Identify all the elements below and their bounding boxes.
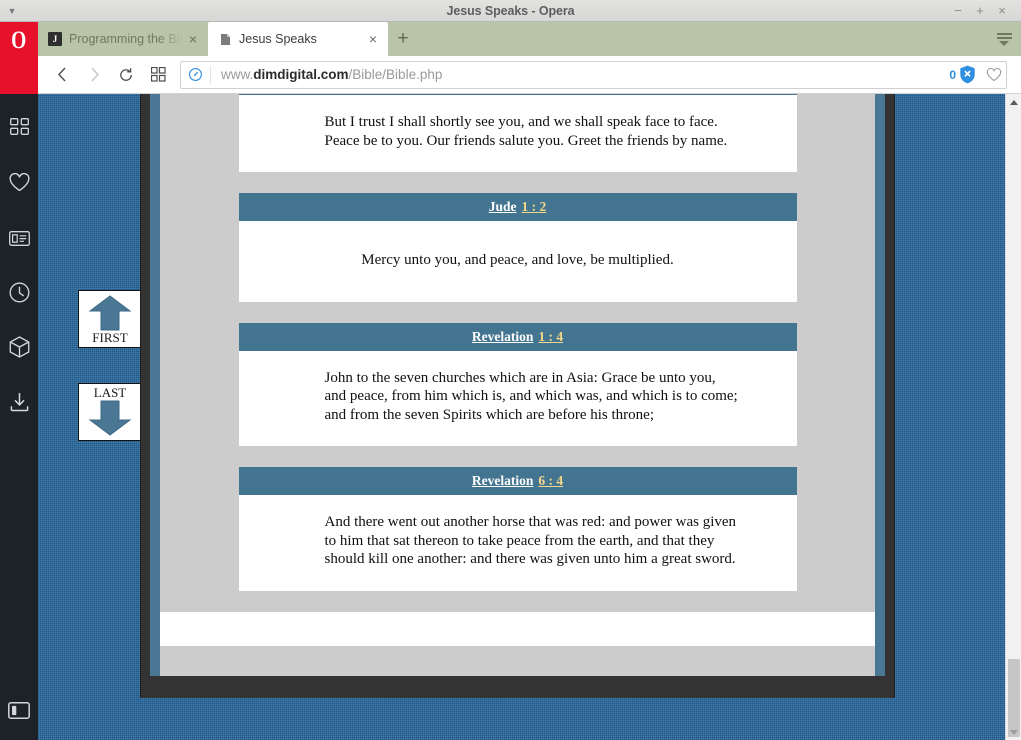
browser-body: FIRST LAST 3 John — [0, 94, 1021, 740]
verse-text: But I trust I shall shortly see you, and… — [238, 95, 797, 172]
opera-sidebar — [0, 94, 38, 740]
verse-reference-link[interactable]: 1 : 2 — [522, 199, 547, 215]
verse-text: John to the seven churches which are in … — [238, 350, 797, 446]
tab-page-icon — [218, 32, 232, 46]
cube-icon — [9, 336, 30, 363]
window-title: Jesus Speaks - Opera — [446, 3, 575, 18]
download-icon — [9, 392, 30, 417]
tab-title: Programming the Bible (P — [69, 32, 184, 46]
last-button[interactable]: LAST — [78, 383, 142, 441]
tab-close-icon[interactable]: × — [184, 31, 202, 47]
verse-header[interactable]: Revelation 6 : 4 — [238, 467, 797, 495]
sidebar-item-news[interactable] — [0, 212, 38, 267]
page-viewport: FIRST LAST 3 John — [38, 94, 1021, 740]
bookmark-heart-icon[interactable] — [984, 67, 1004, 82]
minimize-button[interactable]: − — [947, 0, 969, 22]
scroll-down-icon[interactable] — [1006, 724, 1021, 740]
tab-strip: J Programming the Bible (P × Jesus Speak… — [38, 22, 1021, 56]
verse-reference-link[interactable]: 6 : 4 — [538, 473, 563, 489]
address-toolbar: www.dimdigital.com/Bible/Bible.php 0 — [38, 56, 1021, 94]
window-controls: − + × — [947, 0, 1021, 22]
verse-text: Mercy unto you, and peace, and love, be … — [238, 221, 797, 302]
back-button[interactable] — [46, 60, 78, 90]
opera-logo-icon: O — [11, 27, 27, 54]
verse-header[interactable]: Jude 1 : 2 — [238, 193, 797, 221]
new-tab-button[interactable]: + — [388, 22, 418, 56]
speed-dial-button[interactable] — [142, 60, 174, 90]
tab-jesus-speaks[interactable]: Jesus Speaks × — [208, 22, 388, 56]
verse-card: Jude 1 : 2 Mercy unto you, and peace, an… — [238, 193, 797, 302]
sidebar-item-extensions[interactable] — [0, 322, 38, 377]
opera-logo: O — [0, 22, 38, 94]
forward-button[interactable] — [78, 60, 110, 90]
url-prefix: www. — [221, 67, 254, 82]
sidebar-item-speed-dial[interactable] — [0, 102, 38, 157]
tab-title: Jesus Speaks — [239, 32, 317, 46]
verse-book-link[interactable]: Revelation — [472, 329, 534, 345]
verse-text: And there went out another horse that wa… — [238, 495, 797, 591]
sidebar-item-history[interactable] — [0, 267, 38, 322]
browser-chrome: O J Programming the Bible (P × — [0, 22, 1021, 94]
sidebar-toggle-button[interactable] — [0, 702, 38, 724]
maximize-button[interactable]: + — [969, 0, 991, 22]
verse-header[interactable]: Revelation 1 : 4 — [238, 322, 797, 351]
page-scrollbar[interactable] — [1005, 94, 1021, 740]
window-titlebar: ▼ Jesus Speaks - Opera − + × — [0, 0, 1021, 22]
address-bar[interactable]: www.dimdigital.com/Bible/Bible.php 0 — [180, 60, 1007, 89]
tab-menu-icon[interactable] — [987, 22, 1021, 56]
verse-book-link[interactable]: Revelation — [472, 473, 534, 489]
scroll-up-icon[interactable] — [1006, 94, 1021, 110]
close-button[interactable]: × — [991, 0, 1013, 22]
news-icon — [8, 229, 30, 251]
ad-blocker-icon[interactable] — [959, 65, 976, 84]
sidebar-item-bookmarks[interactable] — [0, 157, 38, 212]
arrow-up-icon — [88, 295, 132, 331]
bible-page: 3 John 1 : 14 But I trust I shall shortl… — [160, 94, 875, 676]
clock-icon — [9, 282, 30, 308]
tab-close-icon[interactable]: × — [364, 31, 382, 47]
url-text[interactable]: www.dimdigital.com/Bible/Bible.php — [211, 67, 949, 82]
page-info-icon[interactable] — [181, 65, 211, 84]
opera-window: ▼ Jesus Speaks - Opera − + × O J Program… — [0, 0, 1021, 740]
blocked-ads-count: 0 — [949, 67, 956, 82]
verse-card: Revelation 6 : 4 And there went out anot… — [238, 467, 797, 591]
sidebar-item-downloads[interactable] — [0, 377, 38, 432]
verse-reference-link[interactable]: 1 : 4 — [538, 329, 563, 345]
reload-button[interactable] — [110, 60, 142, 90]
heart-icon — [9, 172, 30, 197]
verse-card: 3 John 1 : 14 But I trust I shall shortl… — [238, 94, 797, 172]
arrow-down-icon — [88, 400, 132, 436]
first-button[interactable]: FIRST — [78, 290, 142, 348]
url-path: /Bible/Bible.php — [348, 67, 443, 82]
page-footer-block — [160, 611, 875, 646]
tab-favicon-icon: J — [48, 32, 62, 46]
website-frame: 3 John 1 : 14 But I trust I shall shortl… — [140, 94, 895, 698]
verse-card: Revelation 1 : 4 John to the seven churc… — [238, 322, 797, 446]
verse-book-link[interactable]: Jude — [489, 199, 517, 215]
tab-programming-the-bible[interactable]: J Programming the Bible (P × — [38, 22, 208, 56]
bible-page-content: 3 John 1 : 14 But I trust I shall shortl… — [160, 94, 875, 646]
last-button-label: LAST — [93, 385, 127, 400]
first-button-label: FIRST — [92, 330, 128, 345]
speed-dial-icon — [9, 117, 29, 142]
sidebar-toggle-icon — [8, 702, 30, 724]
website-accent-border: 3 John 1 : 14 But I trust I shall shortl… — [150, 94, 885, 676]
window-menu-icon[interactable]: ▼ — [0, 0, 24, 22]
url-domain: dimdigital.com — [253, 67, 349, 82]
